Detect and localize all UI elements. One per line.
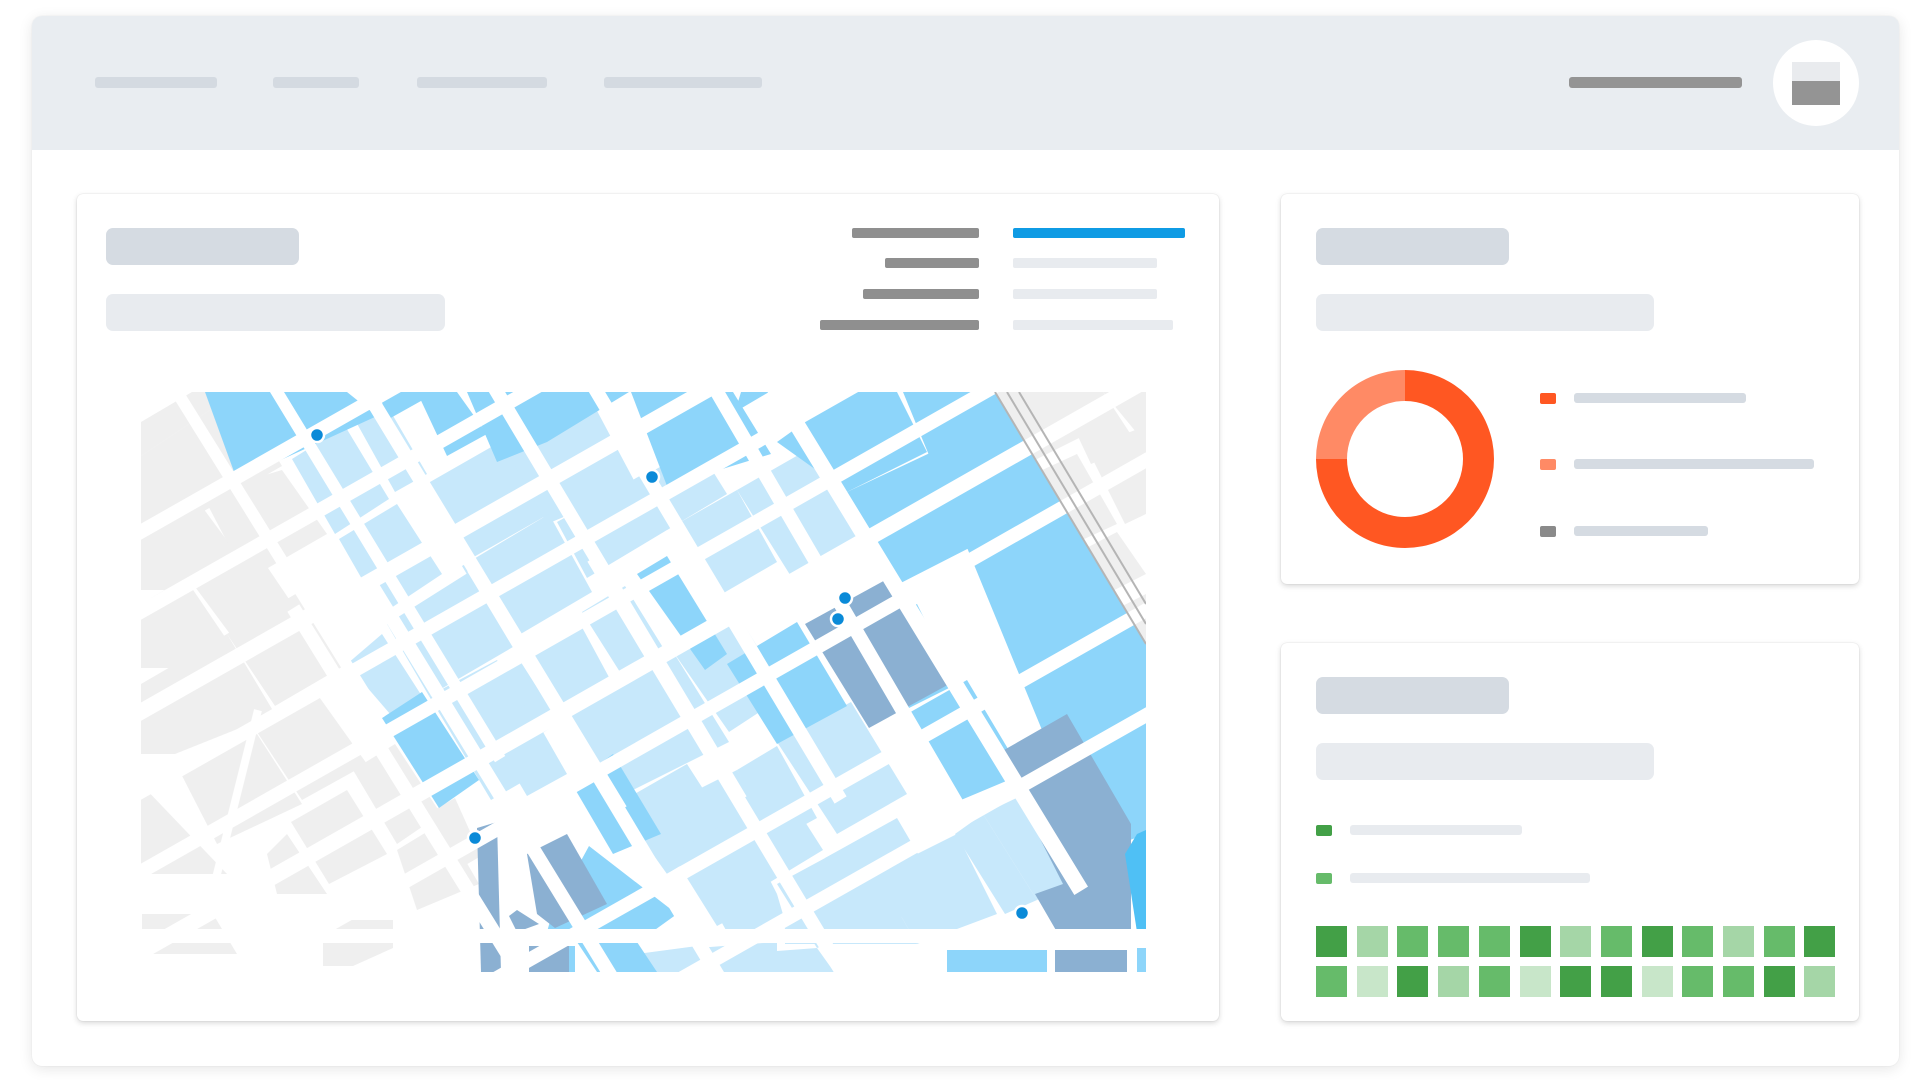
heatmap-cell[interactable]	[1316, 926, 1347, 957]
map-marker[interactable]	[829, 610, 847, 628]
donut-legend-swatch-3	[1540, 526, 1556, 537]
donut-card-title	[1316, 228, 1509, 265]
map-marker[interactable]	[466, 829, 484, 847]
heatmap-card	[1281, 643, 1859, 1021]
user-name[interactable]	[1569, 77, 1742, 88]
heatmap-cell[interactable]	[1397, 966, 1429, 997]
nav-item-3[interactable]	[417, 77, 547, 88]
nav-item-4[interactable]	[604, 77, 762, 88]
donut-chart[interactable]	[1315, 369, 1495, 549]
heatmap-cell[interactable]	[1600, 926, 1632, 957]
map-marker[interactable]	[836, 589, 854, 607]
heatmap-legend-label-1	[1350, 825, 1522, 835]
map-card	[77, 194, 1219, 1021]
heatmap-legend-swatch-2	[1316, 873, 1332, 884]
map-marker[interactable]	[1013, 904, 1031, 922]
heatmap-cell[interactable]	[1560, 966, 1592, 997]
avatar-image-bottom	[1792, 81, 1840, 105]
heatmap-cell[interactable]	[1316, 966, 1347, 997]
city-map[interactable]	[77, 194, 1219, 1021]
heatmap-cell[interactable]	[1763, 926, 1795, 957]
heatmap-cell[interactable]	[1682, 926, 1714, 957]
donut-legend-label-1	[1574, 393, 1746, 403]
donut-legend-label-2	[1574, 459, 1814, 469]
heatmap-cell[interactable]	[1438, 926, 1470, 957]
nav-item-2[interactable]	[273, 77, 359, 88]
donut-card-subtitle	[1316, 294, 1654, 331]
donut-card	[1281, 194, 1859, 584]
donut-legend-swatch-2	[1540, 459, 1556, 470]
nav-item-1[interactable]	[95, 77, 217, 88]
heatmap-cell[interactable]	[1478, 966, 1510, 997]
app-window	[32, 16, 1899, 1066]
heatmap-cell[interactable]	[1478, 926, 1510, 957]
heatmap-cell[interactable]	[1641, 926, 1673, 957]
heatmap-cell[interactable]	[1804, 926, 1836, 957]
map-marker[interactable]	[308, 426, 326, 444]
top-navigation-bar	[32, 16, 1899, 150]
heatmap-cell[interactable]	[1804, 966, 1836, 997]
heatmap-cell[interactable]	[1723, 926, 1754, 957]
heatmap-cell[interactable]	[1356, 966, 1388, 997]
heatmap-card-title	[1316, 677, 1509, 714]
donut-legend-label-3	[1574, 526, 1708, 536]
donut-slice[interactable]	[1316, 370, 1405, 459]
heatmap-cell[interactable]	[1682, 966, 1714, 997]
heatmap-legend-label-2	[1350, 873, 1590, 883]
heatmap-cell[interactable]	[1600, 966, 1632, 997]
heatmap-cell[interactable]	[1438, 966, 1470, 997]
map-marker[interactable]	[643, 468, 661, 486]
heatmap-cell[interactable]	[1397, 926, 1429, 957]
user-avatar-icon[interactable]	[1773, 40, 1859, 126]
heatmap-legend-swatch-1	[1316, 825, 1332, 836]
heatmap-cell[interactable]	[1560, 926, 1592, 957]
heatmap-cell[interactable]	[1763, 966, 1795, 997]
heatmap-cell[interactable]	[1356, 926, 1388, 957]
donut-legend-swatch-1	[1540, 393, 1556, 404]
heatmap-cell[interactable]	[1641, 966, 1673, 997]
heatmap-grid[interactable]	[1316, 926, 1836, 1001]
heatmap-cell[interactable]	[1519, 926, 1551, 957]
heatmap-cell[interactable]	[1723, 966, 1754, 997]
heatmap-cell[interactable]	[1519, 966, 1551, 997]
heatmap-card-subtitle	[1316, 743, 1654, 780]
avatar-image-top	[1792, 62, 1840, 81]
